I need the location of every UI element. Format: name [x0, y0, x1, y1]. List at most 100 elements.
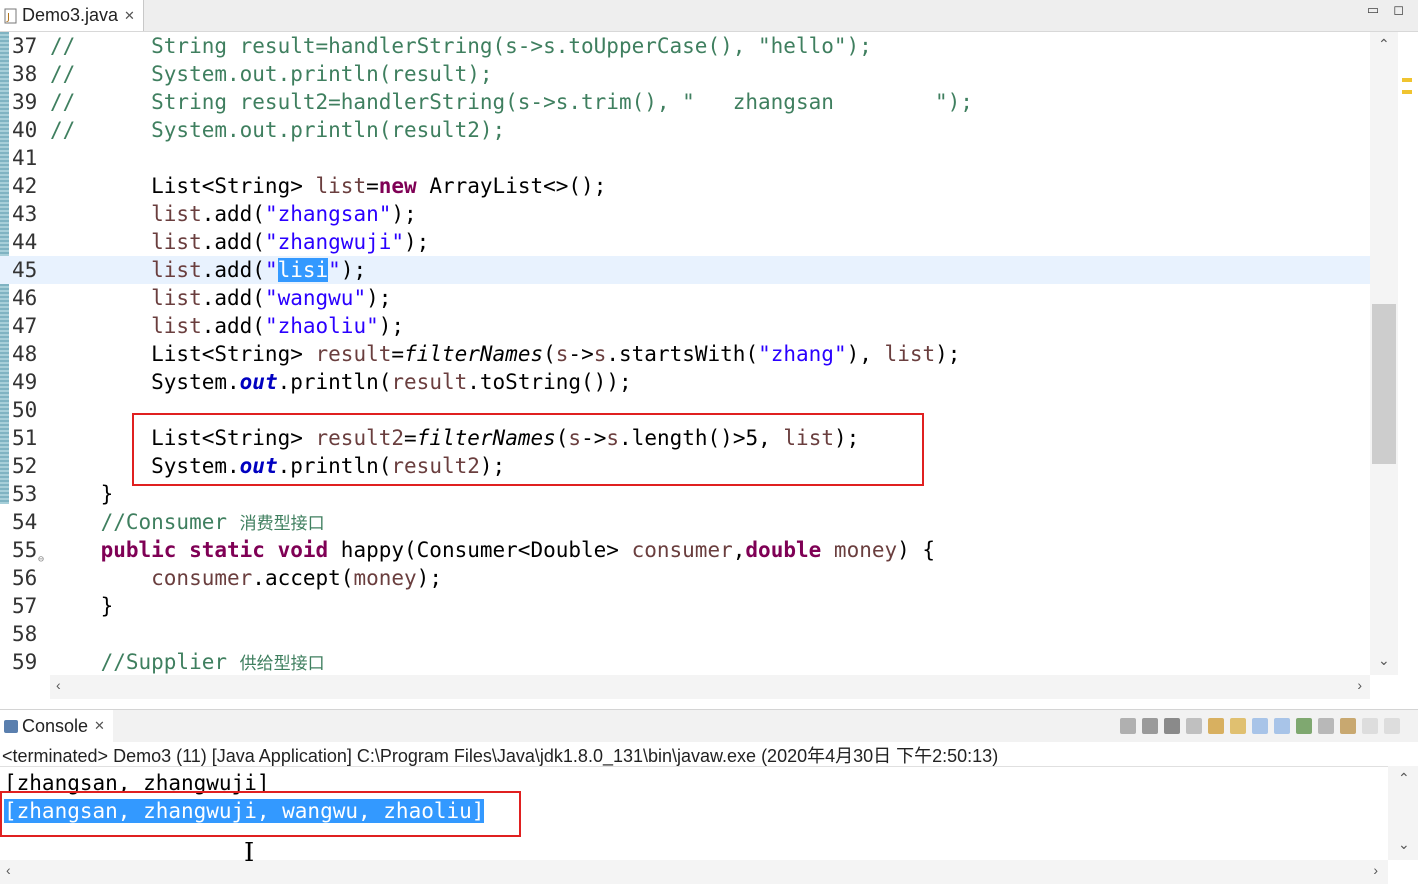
remove-launch-icon[interactable] — [1142, 718, 1158, 734]
minimize-icon[interactable]: ▭ — [1367, 2, 1379, 18]
code-text: list.add("zhangwuji"); — [50, 230, 430, 254]
code-text: System.out.println(result.toString()); — [50, 370, 632, 394]
code-text: list.add("zhaoliu"); — [50, 314, 405, 338]
overview-marker[interactable] — [1402, 90, 1412, 94]
code-text: // System.out.println(result2); — [50, 118, 506, 142]
overview-ruler — [1398, 32, 1418, 675]
code-text: consumer.accept(money); — [50, 566, 442, 590]
tab-title: Demo3.java — [22, 5, 119, 25]
console-tab-title: Console — [22, 715, 89, 736]
editor-tab-bar: J Demo3.java ✕ ▭ ◻ — [0, 0, 1418, 32]
line-number: 50 — [12, 398, 38, 422]
scroll-up-icon[interactable]: ⌃ — [1378, 36, 1390, 53]
code-line[interactable]: 47 list.add("zhaoliu"); — [0, 312, 1370, 340]
code-line[interactable]: 39 // String result2=handlerString(s->s.t… — [0, 88, 1370, 116]
console-scroll-right-icon[interactable]: › — [1373, 862, 1378, 878]
word-wrap-icon[interactable] — [1230, 718, 1246, 734]
view-menu-icon[interactable] — [1362, 718, 1378, 734]
line-number: 58 — [12, 622, 38, 646]
code-line[interactable]: 49 System.out.println(result.toString())… — [0, 368, 1370, 396]
code-line[interactable]: 44 list.add("zhangwuji"); — [0, 228, 1370, 256]
line-number: 57 — [12, 594, 38, 618]
java-file-icon: J — [4, 8, 18, 24]
code-text: list.add("wangwu"); — [50, 286, 392, 310]
line-number: 37 — [12, 34, 38, 58]
code-line[interactable]: 38 // System.out.println(result); — [0, 60, 1370, 88]
terminate-icon[interactable] — [1120, 718, 1136, 734]
console-scroll-down-icon[interactable]: ⌄ — [1398, 836, 1410, 853]
editor-horizontal-scrollbar[interactable]: ‹ › — [50, 675, 1370, 699]
console-icon — [4, 719, 18, 733]
tab-console[interactable]: Console ✕ — [0, 710, 113, 742]
line-number: 39 — [12, 90, 38, 114]
line-number: 55 — [12, 538, 38, 562]
console-status: <terminated> Demo3 (11) [Java Applicatio… — [2, 746, 999, 766]
code-text: public static void happy(Consumer<Double… — [50, 538, 936, 562]
code-line[interactable]: 45 list.add("lisi"); — [0, 256, 1370, 284]
editor-vertical-scrollbar[interactable]: ⌃ ⌄ — [1370, 32, 1398, 675]
code-line[interactable]: 41 — [0, 144, 1370, 172]
editor-window-controls: ▭ ◻ — [1367, 2, 1404, 18]
pin-console-icon[interactable] — [1296, 718, 1312, 734]
scroll-right-icon[interactable]: › — [1357, 677, 1362, 693]
console-horizontal-scrollbar[interactable]: ‹ › — [0, 860, 1388, 884]
code-line[interactable]: 46 list.add("wangwu"); — [0, 284, 1370, 312]
code-text: List<String> result=filterNames(s->s.sta… — [50, 342, 961, 366]
code-line[interactable]: 37 // String result=handlerString(s->s.to… — [0, 32, 1370, 60]
code-line[interactable]: 57 } — [0, 592, 1370, 620]
scroll-lock-icon[interactable] — [1208, 718, 1224, 734]
code-line[interactable]: 58 — [0, 620, 1370, 648]
text-cursor-icon: I — [244, 838, 255, 868]
show-console-on-stderr-icon[interactable] — [1274, 718, 1290, 734]
code-text: list.add("lisi"); — [50, 258, 367, 282]
line-number: 51 — [12, 426, 38, 450]
code-line[interactable]: 48 List<String> result=filterNames(s->s.… — [0, 340, 1370, 368]
show-console-on-stdout-icon[interactable] — [1252, 718, 1268, 734]
code-text: // System.out.println(result); — [50, 62, 493, 86]
code-line[interactable]: 54 //Consumer 消费型接口 — [0, 508, 1370, 536]
code-line[interactable]: 56 consumer.accept(money); — [0, 564, 1370, 592]
line-number: 53 — [12, 482, 38, 506]
line-number: 46 — [12, 286, 38, 310]
line-number: 47 — [12, 314, 38, 338]
line-number: 48 — [12, 342, 38, 366]
maximize-icon[interactable]: ◻ — [1393, 2, 1404, 18]
clear-console-icon[interactable] — [1186, 718, 1202, 734]
display-selected-console-icon[interactable] — [1318, 718, 1334, 734]
code-line[interactable]: 59 //Supplier 供给型接口 — [0, 648, 1370, 675]
code-text: // String result=handlerString(s->s.toUp… — [50, 34, 872, 58]
close-tab-icon[interactable]: ✕ — [124, 8, 135, 24]
line-number: 59 — [12, 650, 38, 674]
console-scroll-up-icon[interactable]: ⌃ — [1398, 770, 1410, 787]
code-text: //Consumer 消费型接口 — [50, 510, 325, 534]
code-editor[interactable]: 37 // String result=handlerString(s->s.to… — [0, 32, 1370, 675]
svg-text:J: J — [6, 12, 10, 23]
code-text: //Supplier 供给型接口 — [50, 650, 325, 674]
line-number: 49 — [12, 370, 38, 394]
code-text: } — [50, 482, 114, 506]
tab-demo3-java[interactable]: J Demo3.java ✕ — [0, 0, 144, 31]
code-line[interactable]: 43 list.add("zhangsan"); — [0, 200, 1370, 228]
line-number: 52 — [12, 454, 38, 478]
console-scroll-left-icon[interactable]: ‹ — [6, 862, 11, 878]
scroll-left-icon[interactable]: ‹ — [56, 677, 61, 693]
close-console-icon[interactable]: ✕ — [94, 718, 105, 734]
code-text: } — [50, 594, 114, 618]
console-vertical-scrollbar[interactable]: ⌃ ⌄ — [1388, 766, 1418, 860]
console-output[interactable]: [zhangsan, zhangwuji] [zhangsan, zhangwu… — [0, 766, 1388, 861]
console-tab-bar: Console ✕ — [0, 709, 1418, 742]
code-line[interactable]: 42 List<String> list=new ArrayList<>(); — [0, 172, 1370, 200]
code-text: // String result2=handlerString(s->s.tri… — [50, 90, 973, 114]
highlight-box-output — [0, 791, 521, 837]
overview-marker[interactable] — [1402, 78, 1412, 82]
remove-all-launches-icon[interactable] — [1164, 718, 1180, 734]
scroll-down-icon[interactable]: ⌄ — [1378, 652, 1390, 669]
code-line[interactable]: 40 // System.out.println(result2); — [0, 116, 1370, 144]
line-number: 43 — [12, 202, 38, 226]
code-line[interactable]: 55 ⊖ public static void happy(Consumer<Do… — [0, 536, 1370, 565]
line-number: 40 — [12, 118, 38, 142]
line-number: 56 — [12, 566, 38, 590]
editor-scroll-thumb[interactable] — [1372, 304, 1396, 464]
minimize-console-icon[interactable] — [1384, 718, 1400, 734]
open-console-icon[interactable] — [1340, 718, 1356, 734]
